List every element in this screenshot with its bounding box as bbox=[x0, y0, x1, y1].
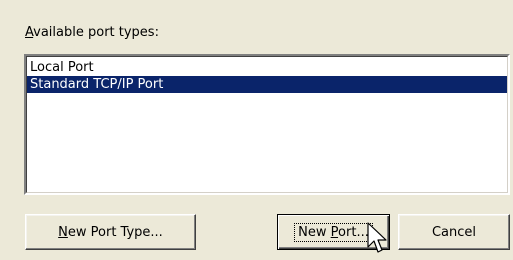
list-item-label: Standard TCP/IP Port bbox=[30, 77, 164, 92]
port-types-listbox-content: Local Port Standard TCP/IP Port bbox=[26, 56, 508, 193]
new-port-type-button[interactable]: New Port Type... bbox=[25, 214, 196, 250]
cancel-button[interactable]: Cancel bbox=[398, 214, 510, 250]
new-port-label-rest: ort... bbox=[338, 224, 369, 240]
new-port-accel: P bbox=[330, 224, 339, 240]
available-port-types-label-text: vailable port types: bbox=[33, 25, 159, 40]
new-port-type-label: ew Port Type... bbox=[67, 224, 163, 240]
available-port-types-label: Available port types: bbox=[25, 24, 159, 42]
focus-ring: New Port... bbox=[294, 222, 373, 242]
new-port-label-pre: New bbox=[298, 224, 331, 240]
port-type-item-local-port[interactable]: Local Port bbox=[27, 59, 507, 76]
arrow-pointer-icon bbox=[367, 222, 387, 253]
list-item-label: Local Port bbox=[30, 60, 94, 75]
available-port-types-accel: A bbox=[25, 25, 34, 40]
printer-ports-dialog: Available port types: Local Port Standar… bbox=[0, 0, 513, 260]
port-type-item-standard-tcpip-port[interactable]: Standard TCP/IP Port bbox=[27, 76, 507, 93]
port-types-listbox[interactable]: Local Port Standard TCP/IP Port bbox=[24, 54, 510, 195]
cancel-label: Cancel bbox=[431, 224, 477, 240]
new-port-type-accel: N bbox=[58, 224, 68, 240]
